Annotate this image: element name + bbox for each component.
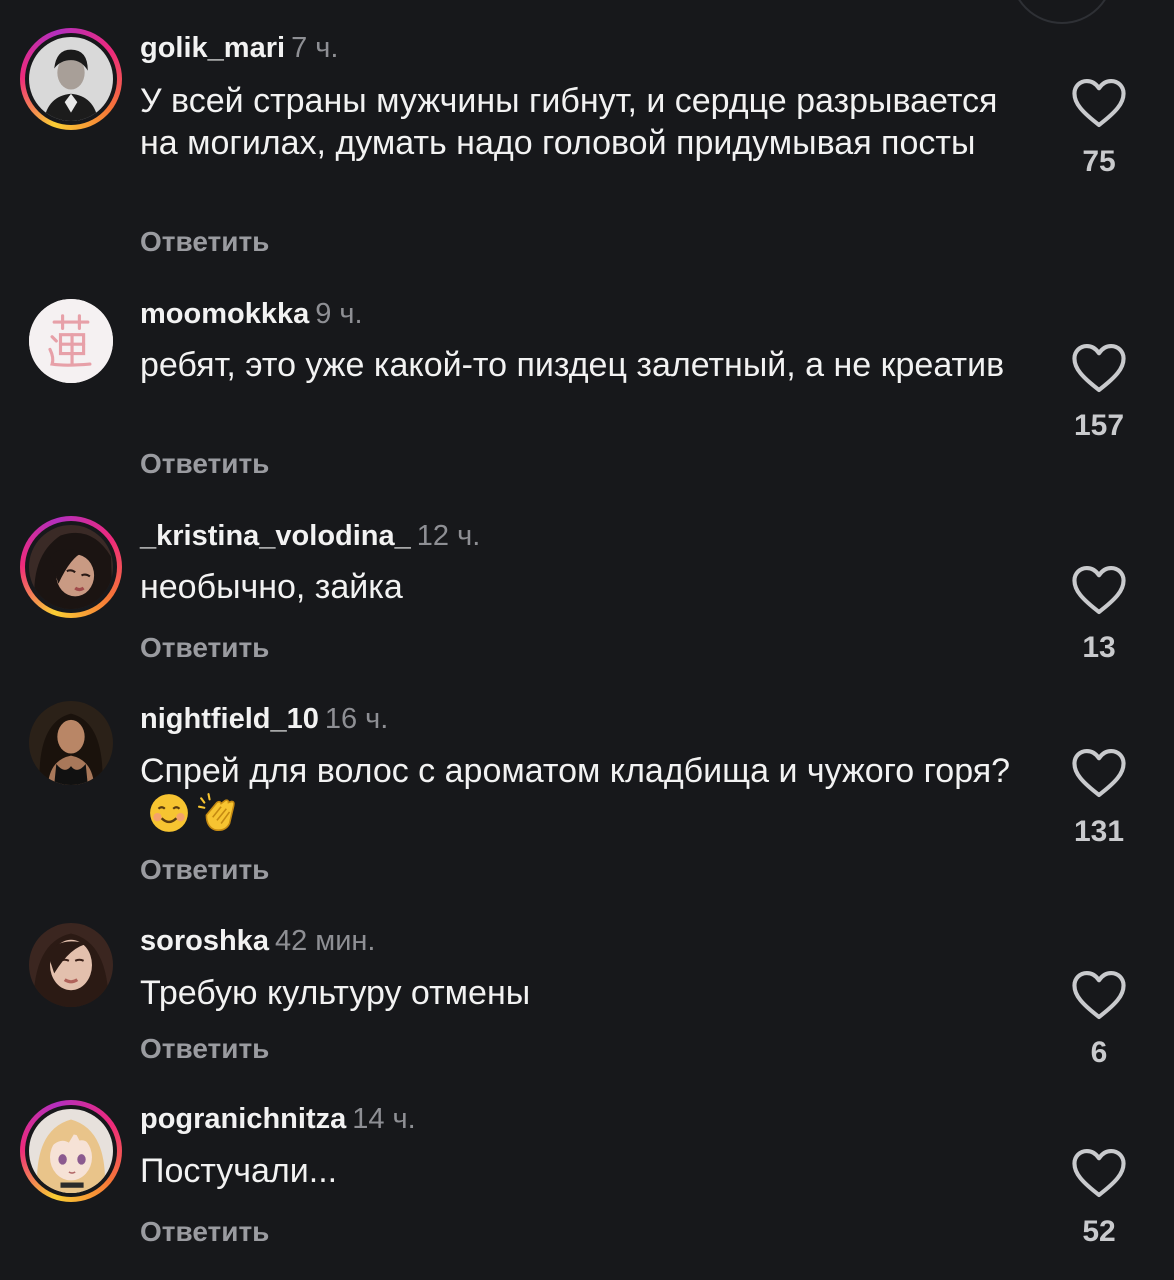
- comment-time: 9 ч.: [315, 298, 363, 330]
- avatar[interactable]: [20, 692, 122, 794]
- like-count: 157: [1073, 409, 1125, 442]
- username[interactable]: moomokkka: [140, 298, 309, 330]
- username[interactable]: pogranichnitza: [140, 1103, 346, 1135]
- comment-time: 42 мин.: [274, 925, 376, 957]
- reply-button[interactable]: Ответить: [140, 225, 269, 259]
- heart-icon[interactable]: [1068, 337, 1130, 399]
- reply-button[interactable]: Ответить: [140, 447, 269, 481]
- like-count: 52: [1082, 1215, 1116, 1248]
- comment-text: Постучали...: [140, 1152, 338, 1190]
- smiling-face-emoji-icon: [148, 792, 190, 834]
- reply-button[interactable]: Ответить: [140, 853, 269, 887]
- top-partial-button[interactable]: [1010, 0, 1114, 24]
- comment-text-body: Спрей для волос с ароматом кладбища и чу…: [140, 752, 1011, 790]
- username[interactable]: _kristina_volodina_: [140, 520, 411, 552]
- heart-icon[interactable]: [1068, 559, 1130, 621]
- like-count: 13: [1082, 631, 1116, 664]
- avatar[interactable]: [20, 914, 122, 1016]
- comment-time: 12 ч.: [416, 520, 481, 552]
- heart-icon[interactable]: [1068, 742, 1130, 804]
- comment-text: ребят, это уже какой-то пиздец залетный,…: [140, 346, 1005, 384]
- like-count: 6: [1090, 1036, 1108, 1069]
- comment-text: У всей страны мужчины гибнут, и сердце р…: [140, 82, 998, 162]
- username[interactable]: golik_mari: [140, 32, 285, 64]
- woman-portrait-icon: [29, 923, 113, 1007]
- heart-icon[interactable]: [1068, 964, 1130, 1026]
- like-count: 75: [1082, 145, 1116, 178]
- avatar[interactable]: [20, 290, 122, 392]
- comment-text: Спрей для волос с ароматом кладбища и чу…: [140, 750, 1020, 836]
- avatar[interactable]: [20, 516, 122, 618]
- comment-time: 7 ч.: [291, 32, 339, 64]
- comment-time: 14 ч.: [352, 1103, 416, 1135]
- reply-button[interactable]: Ответить: [140, 631, 269, 665]
- woman-portrait-bw-icon: [29, 37, 113, 121]
- reply-button[interactable]: Ответить: [140, 1032, 269, 1066]
- comment-time: 16 ч.: [324, 703, 389, 735]
- woman-portrait-icon: [29, 701, 113, 785]
- woman-portrait-icon: [29, 525, 113, 609]
- reply-button[interactable]: Ответить: [140, 1215, 269, 1249]
- anime-girl-icon: [29, 1109, 113, 1193]
- like-count: 131: [1073, 815, 1125, 848]
- clapping-hands-emoji-icon: [198, 792, 240, 834]
- username[interactable]: soroshka: [140, 925, 269, 957]
- avatar[interactable]: [20, 28, 122, 130]
- comment-text: необычно, зайка: [140, 568, 403, 606]
- heart-icon[interactable]: [1068, 1142, 1130, 1204]
- comment-text: Требую культуру отмены: [140, 974, 531, 1012]
- heart-icon[interactable]: [1068, 72, 1130, 134]
- hieroglyph-icon: [29, 299, 113, 383]
- username[interactable]: nightfield_10: [140, 703, 319, 735]
- avatar[interactable]: [20, 1100, 122, 1202]
